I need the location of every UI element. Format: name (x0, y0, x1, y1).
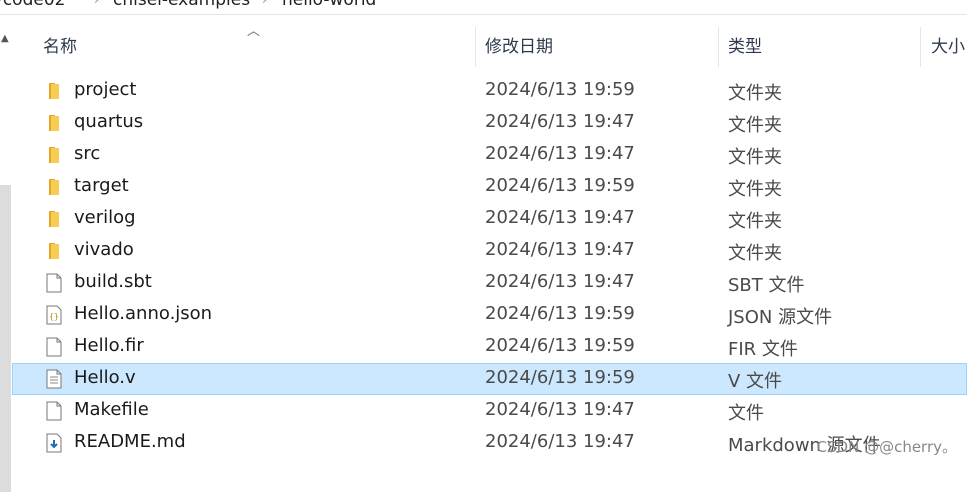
column-header-name[interactable]: 名称 (43, 27, 77, 67)
scroll-up-icon[interactable]: ▲ (1, 33, 9, 44)
column-header-date[interactable]: 修改日期 (485, 27, 553, 67)
file-date: 2024/6/13 19:47 (485, 143, 635, 164)
file-row[interactable]: Hello.v 2024/6/13 19:59 V 文件 (12, 363, 967, 395)
folder-icon (46, 145, 62, 165)
file-name: target (74, 175, 129, 196)
file-row[interactable]: project 2024/6/13 19:59 文件夹 (12, 75, 967, 107)
file-name: Makefile (74, 399, 149, 420)
file-name: quartus (74, 111, 144, 132)
file-date: 2024/6/13 19:47 (485, 271, 635, 292)
breadcrumb: nycode02 › chisel-examples › hello-world (0, 0, 967, 15)
file-type: 文件夹 (728, 211, 782, 232)
folder-icon (46, 209, 62, 229)
file-name: README.md (74, 431, 186, 452)
breadcrumb-item[interactable]: hello-world (282, 0, 376, 10)
chevron-right-icon[interactable]: › (94, 0, 99, 8)
file-name: vivado (74, 239, 134, 260)
file-date: 2024/6/13 19:59 (485, 303, 635, 324)
json-file-icon: {} (46, 305, 62, 325)
column-header-type[interactable]: 类型 (728, 27, 762, 67)
file-row[interactable]: vivado 2024/6/13 19:47 文件夹 (12, 235, 967, 267)
column-divider[interactable] (920, 27, 921, 67)
file-name: project (74, 79, 137, 100)
file-row[interactable]: quartus 2024/6/13 19:47 文件夹 (12, 107, 967, 139)
chevron-right-icon[interactable]: › (262, 0, 267, 8)
file-name: src (74, 143, 101, 164)
column-header-size[interactable]: 大小 (931, 27, 965, 67)
file-date: 2024/6/13 19:47 (485, 207, 635, 228)
markdown-file-icon (46, 433, 62, 453)
blank-file-icon (46, 337, 62, 357)
file-name: verilog (74, 207, 136, 228)
file-list: project 2024/6/13 19:59 文件夹 quartus 2024/6/1… (12, 75, 967, 459)
file-type: 文件夹 (728, 147, 782, 168)
column-divider[interactable] (475, 27, 476, 67)
file-date: 2024/6/13 19:47 (485, 431, 635, 452)
file-name: Hello.fir (74, 335, 144, 356)
file-row[interactable]: Hello.fir 2024/6/13 19:59 FIR 文件 (12, 331, 967, 363)
file-name: Hello.v (74, 367, 136, 388)
file-type: 文件 (728, 403, 764, 424)
file-date: 2024/6/13 19:59 (485, 335, 635, 356)
file-type: V 文件 (728, 371, 783, 392)
folder-icon (46, 241, 62, 261)
file-row[interactable]: target 2024/6/13 19:59 文件夹 (12, 171, 967, 203)
file-row[interactable]: {} Hello.anno.json 2024/6/13 19:59 JSON 源文件 (12, 299, 967, 331)
file-date: 2024/6/13 19:59 (485, 79, 635, 100)
breadcrumb-item[interactable]: nycode02 (0, 0, 65, 10)
column-header-row: ︿ 名称 修改日期 类型 大小 (12, 24, 967, 67)
nav-pane-scrollbar[interactable]: ▲ (0, 27, 12, 492)
file-row[interactable]: build.sbt 2024/6/13 19:47 SBT 文件 (12, 267, 967, 299)
file-date: 2024/6/13 19:59 (485, 175, 635, 196)
text-file-icon (46, 369, 62, 389)
file-type: SBT 文件 (728, 275, 805, 296)
file-type: JSON 源文件 (728, 307, 833, 328)
svg-text:{}: {} (49, 312, 59, 321)
file-row[interactable]: Makefile 2024/6/13 19:47 文件 (12, 395, 967, 427)
file-row[interactable]: verilog 2024/6/13 19:47 文件夹 (12, 203, 967, 235)
file-type: 文件夹 (728, 179, 782, 200)
breadcrumb-item[interactable]: chisel-examples (113, 0, 250, 10)
file-date: 2024/6/13 19:47 (485, 111, 635, 132)
scrollbar-thumb[interactable] (0, 185, 11, 492)
file-name: Hello.anno.json (74, 303, 213, 324)
file-name: build.sbt (74, 271, 152, 292)
file-date: 2024/6/13 19:59 (485, 367, 635, 388)
file-type: 文件夹 (728, 83, 782, 104)
file-type: FIR 文件 (728, 339, 798, 360)
watermark: CSDN @@cherry。 (816, 438, 957, 456)
folder-icon (46, 113, 62, 133)
folder-icon (46, 81, 62, 101)
file-date: 2024/6/13 19:47 (485, 239, 635, 260)
file-date: 2024/6/13 19:47 (485, 399, 635, 420)
folder-icon (46, 177, 62, 197)
file-type: 文件夹 (728, 243, 782, 264)
sort-ascending-icon: ︿ (247, 24, 261, 39)
file-type: 文件夹 (728, 115, 782, 136)
column-divider[interactable] (718, 27, 719, 67)
blank-file-icon (46, 401, 62, 421)
file-row[interactable]: src 2024/6/13 19:47 文件夹 (12, 139, 967, 171)
blank-file-icon (46, 273, 62, 293)
